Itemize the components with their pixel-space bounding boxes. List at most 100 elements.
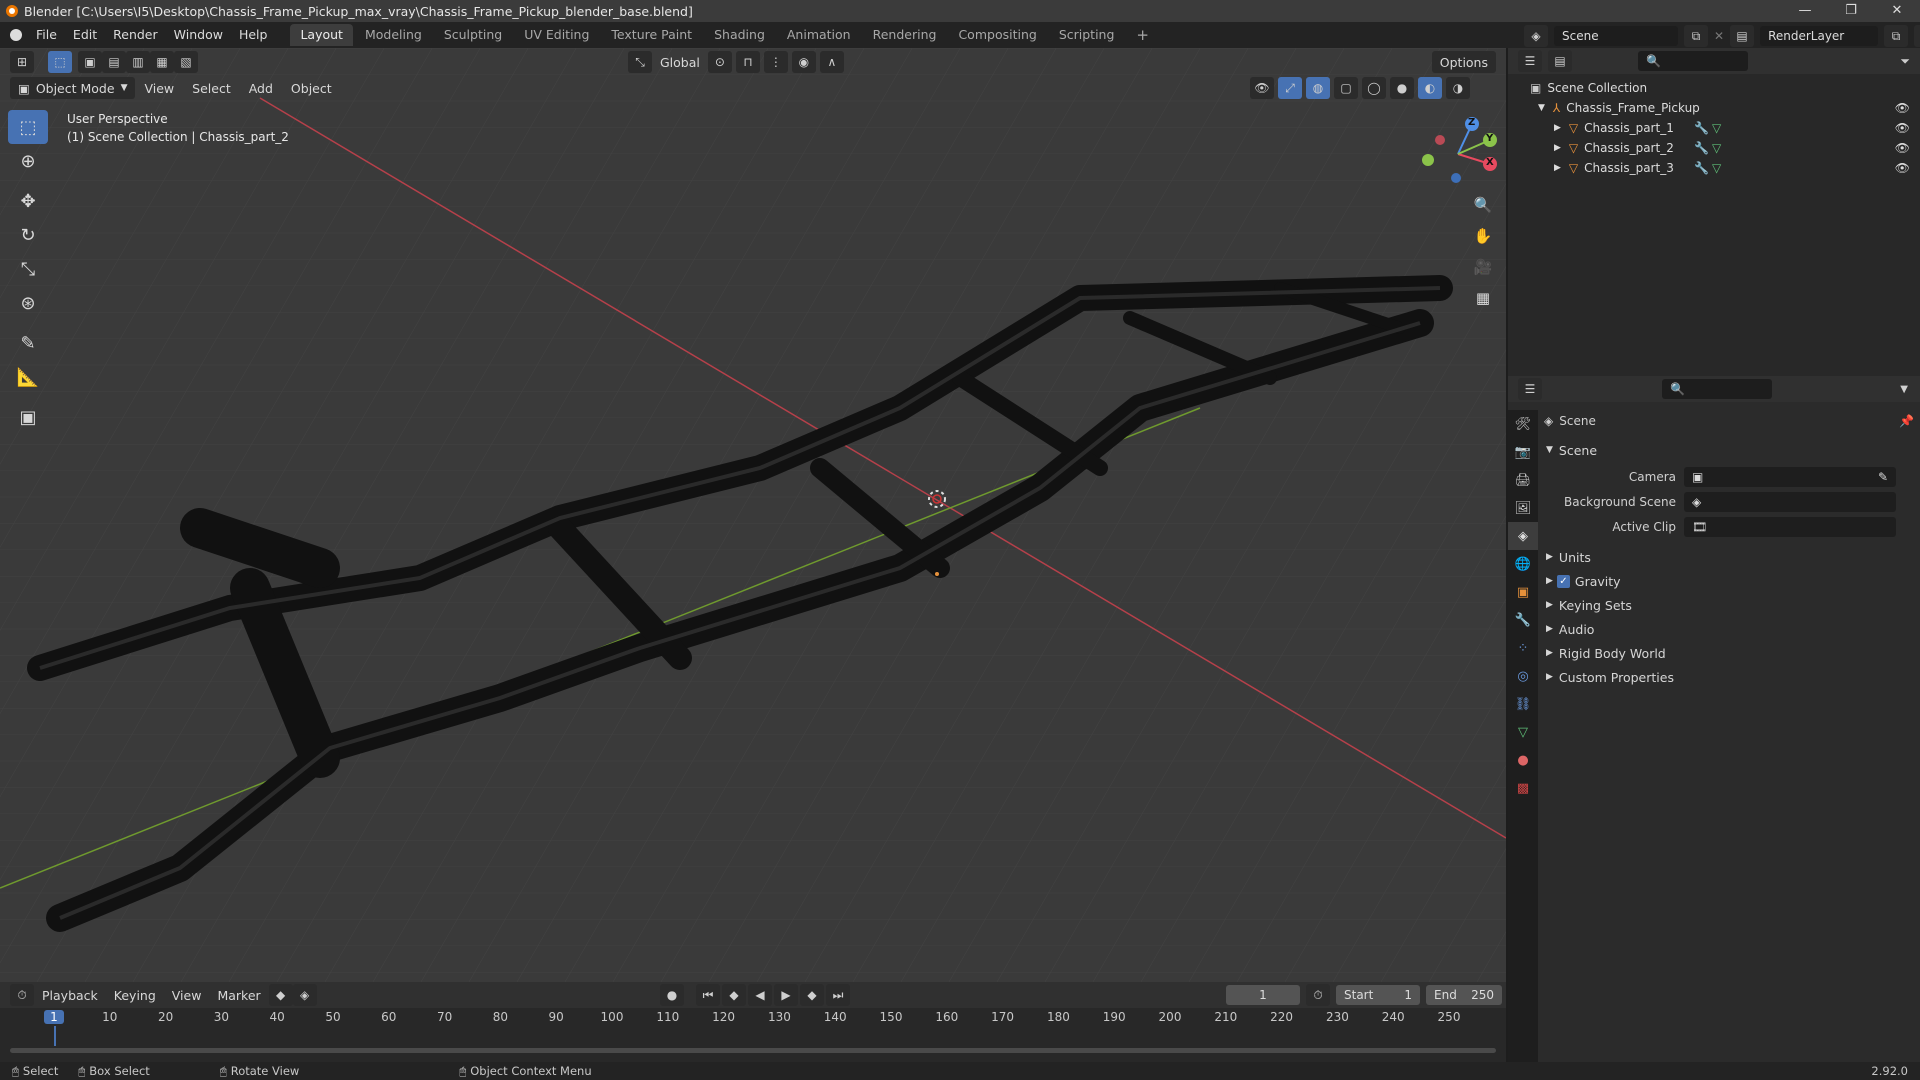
- custom-properties-subpanel[interactable]: ▶ Custom Properties: [1544, 665, 1914, 689]
- mesh-data-icon[interactable]: ▽: [1712, 141, 1721, 155]
- properties-search-input[interactable]: 🔍: [1662, 379, 1772, 399]
- close-button[interactable]: ✕: [1874, 0, 1920, 22]
- display-mode-icon[interactable]: ▤: [1548, 50, 1572, 72]
- gravity-checkbox[interactable]: ✓: [1556, 574, 1570, 588]
- properties-editor-icon[interactable]: ☰: [1518, 378, 1542, 400]
- camera-field[interactable]: ▣ ✎: [1684, 466, 1896, 487]
- tab-rendering[interactable]: Rendering: [863, 24, 947, 46]
- object-tab-icon[interactable]: ▣: [1508, 578, 1538, 606]
- physics-tab-icon[interactable]: ◎: [1508, 662, 1538, 690]
- modifier-wrench-icon[interactable]: 🔧: [1694, 161, 1709, 175]
- material-shading-icon[interactable]: ◐: [1418, 77, 1442, 99]
- units-subpanel[interactable]: ▶ Units: [1544, 545, 1914, 569]
- zoom-icon[interactable]: 🔍: [1468, 190, 1498, 220]
- menu-file[interactable]: File: [28, 22, 65, 48]
- select-subtract-icon[interactable]: ▥: [126, 51, 150, 73]
- select-box-tool-icon[interactable]: ⬚: [8, 110, 48, 144]
- active-clip-field[interactable]: 🎞: [1684, 516, 1896, 537]
- outliner-object-row[interactable]: ▶ ▽ Chassis_part_2 🔧 ▽ 👁: [1508, 138, 1920, 158]
- cursor-tool-icon[interactable]: ⊕: [8, 144, 48, 178]
- viewport-menu-view[interactable]: View: [135, 77, 183, 99]
- select-mode-icon[interactable]: ⬚: [48, 51, 72, 73]
- scene-selector[interactable]: Scene: [1554, 26, 1678, 46]
- object-mode-dropdown[interactable]: ▣ Object Mode ▼: [10, 77, 136, 99]
- remove-view-layer-icon[interactable]: ⧈: [1914, 25, 1920, 47]
- audio-subpanel[interactable]: ▶ Audio: [1544, 617, 1914, 641]
- render-tab-icon[interactable]: 📷: [1508, 438, 1538, 466]
- outliner-editor-icon[interactable]: ☰: [1518, 50, 1542, 72]
- timeline-scrollbar[interactable]: [10, 1048, 1496, 1053]
- menu-render[interactable]: Render: [105, 22, 166, 48]
- viewport-menu-object[interactable]: Object: [282, 77, 341, 99]
- gravity-subpanel[interactable]: ▶ ✓ Gravity: [1544, 569, 1914, 593]
- mesh-data-icon[interactable]: ▽: [1712, 121, 1721, 135]
- solid-shading-icon[interactable]: ●: [1390, 77, 1414, 99]
- camera-view-icon[interactable]: 🎥: [1468, 252, 1498, 282]
- editor-type-icon[interactable]: ⊞: [10, 51, 34, 73]
- falloff-icon[interactable]: ∧: [819, 51, 844, 73]
- visibility-eye-icon[interactable]: 👁: [1895, 101, 1910, 115]
- perspective-toggle-icon[interactable]: ▦: [1468, 283, 1498, 313]
- expand-arrow-icon[interactable]: ▶: [1554, 123, 1561, 133]
- expand-arrow-icon[interactable]: ▼: [1538, 103, 1545, 113]
- overlay-toggle-icon[interactable]: ◍: [1306, 77, 1330, 99]
- playhead-line[interactable]: [54, 1026, 56, 1046]
- view-layer-selector[interactable]: RenderLayer: [1760, 26, 1879, 46]
- tool-tab-icon[interactable]: 🛠: [1508, 410, 1538, 438]
- scene-panel-header[interactable]: ▼ Scene: [1544, 438, 1914, 462]
- add-workspace-button[interactable]: +: [1126, 24, 1159, 46]
- tab-animation[interactable]: Animation: [777, 24, 861, 46]
- 3d-viewport[interactable]: [0, 48, 1506, 982]
- menu-help[interactable]: Help: [231, 22, 276, 48]
- visibility-eye-icon[interactable]: 👁: [1895, 161, 1910, 175]
- modifier-tab-icon[interactable]: 🔧: [1508, 606, 1538, 634]
- viewport-menu-add[interactable]: Add: [240, 77, 282, 99]
- visibility-eye-icon[interactable]: 👁: [1895, 121, 1910, 135]
- new-view-layer-icon[interactable]: ⧉: [1884, 25, 1909, 47]
- output-tab-icon[interactable]: 🖨: [1508, 466, 1538, 494]
- proportional-edit-icon[interactable]: ◉: [791, 51, 816, 73]
- scene-icon[interactable]: ◈: [1524, 25, 1548, 47]
- xray-toggle-icon[interactable]: ▢: [1334, 77, 1358, 99]
- modifier-wrench-icon[interactable]: 🔧: [1694, 121, 1709, 135]
- scale-tool-icon[interactable]: ⤡: [8, 252, 48, 286]
- outliner-object-row[interactable]: ▶ ▽ Chassis_part_3 🔧 ▽ 👁: [1508, 158, 1920, 178]
- viewport-canvas[interactable]: [0, 48, 1506, 982]
- particles-tab-icon[interactable]: ⁘: [1508, 634, 1538, 662]
- tab-sculpting[interactable]: Sculpting: [434, 24, 512, 46]
- pan-hand-icon[interactable]: ✋: [1468, 221, 1498, 251]
- tab-modeling[interactable]: Modeling: [355, 24, 432, 46]
- annotate-tool-icon[interactable]: ✎: [8, 326, 48, 360]
- keying-sets-subpanel[interactable]: ▶ Keying Sets: [1544, 593, 1914, 617]
- texture-tab-icon[interactable]: ▩: [1508, 774, 1538, 802]
- select-intersect-icon[interactable]: ▧: [174, 51, 198, 73]
- select-box-icon[interactable]: ▣: [78, 51, 102, 73]
- remove-scene-icon[interactable]: ✕: [1714, 29, 1724, 43]
- navigation-gizmo[interactable]: Z Y X: [1420, 112, 1500, 192]
- add-cube-tool-icon[interactable]: ▣: [8, 400, 48, 434]
- tab-shading[interactable]: Shading: [704, 24, 775, 46]
- expand-arrow-icon[interactable]: ▶: [1554, 163, 1561, 173]
- snap-target-icon[interactable]: ⋮: [763, 51, 788, 73]
- gizmo-toggle-icon[interactable]: ⤢: [1278, 77, 1302, 99]
- scene-tab-icon[interactable]: ◈: [1508, 522, 1538, 550]
- background-scene-field[interactable]: ◈: [1684, 491, 1896, 512]
- blender-menu-icon[interactable]: [10, 29, 22, 41]
- filter-icon[interactable]: ⏷: [1900, 54, 1910, 69]
- outliner-object-row[interactable]: ▶ ▽ Chassis_part_1 🔧 ▽ 👁: [1508, 118, 1920, 138]
- options-dropdown[interactable]: Options: [1431, 51, 1496, 73]
- transform-orientation-icon[interactable]: ⤡: [628, 51, 652, 73]
- tab-scripting[interactable]: Scripting: [1049, 24, 1125, 46]
- visibility-eye-icon[interactable]: 👁: [1895, 141, 1910, 155]
- viewport-menu-select[interactable]: Select: [183, 77, 240, 99]
- pin-icon[interactable]: 📌: [1899, 414, 1914, 428]
- tab-texture-paint[interactable]: Texture Paint: [601, 24, 702, 46]
- move-tool-icon[interactable]: ✥: [8, 184, 48, 218]
- eyedropper-icon[interactable]: ✎: [1878, 467, 1888, 487]
- mesh-data-tab-icon[interactable]: ▽: [1508, 718, 1538, 746]
- rendered-shading-icon[interactable]: ◑: [1446, 77, 1470, 99]
- rotate-tool-icon[interactable]: ↻: [8, 218, 48, 252]
- outliner-search-input[interactable]: 🔍: [1638, 51, 1748, 71]
- view-layer-tab-icon[interactable]: 🖼: [1508, 494, 1538, 522]
- rigid-body-world-subpanel[interactable]: ▶ Rigid Body World: [1544, 641, 1914, 665]
